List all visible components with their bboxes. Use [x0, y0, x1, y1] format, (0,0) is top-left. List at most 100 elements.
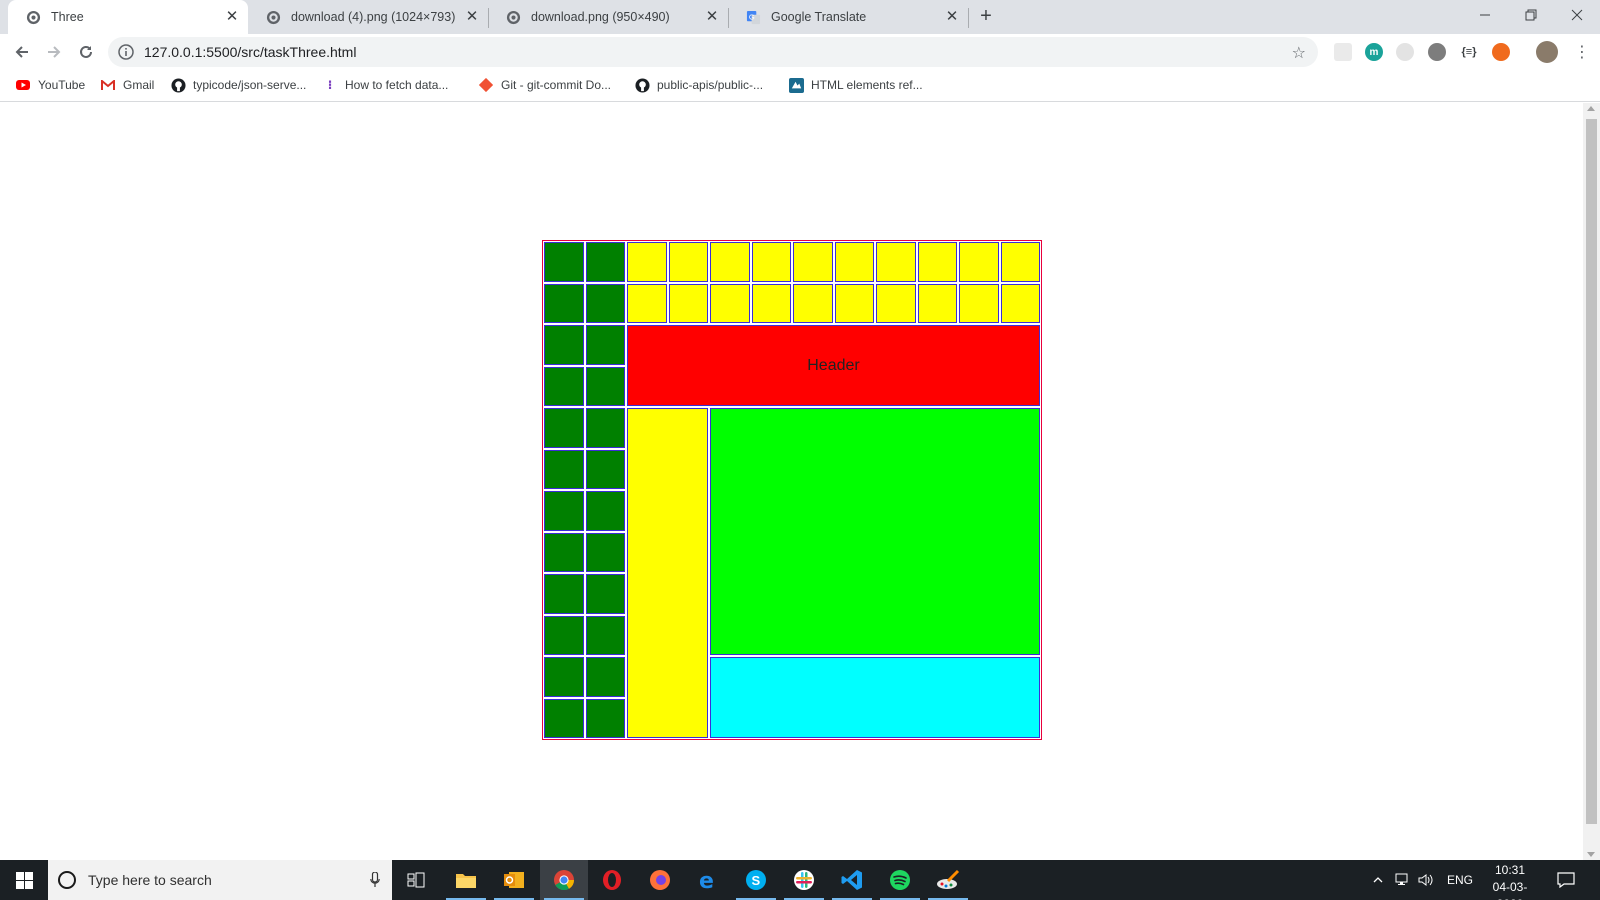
windows-logo-icon — [15, 871, 33, 889]
green-cell — [585, 532, 625, 572]
bookmark-gmail[interactable]: Gmail — [100, 77, 154, 93]
taskbar-vscode[interactable] — [828, 860, 876, 900]
tab-google-translate[interactable]: G Google Translate ✕ — [728, 0, 968, 34]
skype-icon: S — [746, 870, 766, 890]
volume-icon[interactable] — [1418, 860, 1434, 900]
extension-icon[interactable] — [1334, 43, 1352, 61]
green-cell — [544, 657, 584, 697]
bookmarks-bar: YouTube Gmail typicode/json-serve... ⁝ H… — [0, 70, 1600, 102]
new-tab-button[interactable]: + — [976, 6, 996, 27]
green-cell — [585, 657, 625, 697]
bookmark-label: Gmail — [123, 78, 155, 92]
clock[interactable]: 10:31 04-03-2020 — [1480, 862, 1540, 900]
json-viewer-icon[interactable]: {≡} — [1460, 43, 1478, 61]
yellow-cell — [917, 283, 957, 323]
minimize-button[interactable] — [1462, 0, 1508, 30]
info-icon[interactable] — [118, 44, 134, 60]
green-cell — [544, 615, 584, 655]
taskbar-file-explorer[interactable] — [442, 860, 490, 900]
yellow-cell — [710, 242, 750, 282]
yellow-cell — [627, 242, 667, 282]
clock-time: 10:31 — [1494, 863, 1526, 877]
green-cell — [544, 491, 584, 531]
task-view-button[interactable] — [392, 860, 440, 900]
yellow-cell — [668, 242, 708, 282]
yellow-cell — [751, 283, 791, 323]
scroll-up-arrow-icon[interactable] — [1587, 106, 1595, 111]
forward-button[interactable] — [40, 38, 68, 66]
address-bar[interactable]: 127.0.0.1:5500/src/taskThree.html ☆ — [108, 37, 1318, 67]
yellow-cell — [876, 242, 916, 282]
yellow-cell — [793, 283, 833, 323]
tab-three[interactable]: Three ✕ — [8, 0, 248, 34]
start-button[interactable] — [0, 860, 48, 900]
bookmark-fetch-data[interactable]: ⁝ How to fetch data... — [322, 77, 449, 93]
close-tab-icon[interactable]: ✕ — [464, 9, 480, 25]
yellow-cell — [834, 242, 874, 282]
tab-title: Three — [51, 10, 84, 24]
bookmark-html-elements[interactable]: HTML elements ref... — [788, 77, 923, 93]
bookmark-youtube[interactable]: YouTube — [15, 77, 85, 93]
yellow-cell — [751, 242, 791, 282]
back-button[interactable] — [8, 38, 36, 66]
extension-icon[interactable] — [1428, 43, 1446, 61]
scroll-down-arrow-icon[interactable] — [1587, 852, 1595, 857]
close-tab-icon[interactable]: ✕ — [944, 9, 960, 25]
taskbar-chrome[interactable] — [540, 860, 588, 900]
taskbar-firefox[interactable] — [636, 860, 684, 900]
green-cell — [585, 366, 625, 406]
tab-title: Google Translate — [771, 10, 867, 24]
green-cell — [544, 283, 584, 323]
taskbar-paint[interactable] — [924, 860, 972, 900]
grid-container: Header — [542, 240, 1042, 740]
tab-download[interactable]: download.png (950×490) ✕ — [488, 0, 728, 34]
bookmark-star-icon[interactable]: ☆ — [1292, 43, 1306, 63]
taskbar-outlook[interactable] — [490, 860, 538, 900]
close-tab-icon[interactable]: ✕ — [224, 9, 240, 25]
network-icon[interactable] — [1395, 860, 1411, 900]
extension-icon[interactable] — [1492, 43, 1510, 61]
edge-icon: e — [699, 869, 714, 891]
language-label: ENG — [1447, 873, 1474, 887]
taskbar-opera[interactable] — [588, 860, 636, 900]
green-cell — [544, 325, 584, 365]
avatar[interactable] — [1536, 41, 1558, 63]
green-cell — [585, 242, 625, 282]
bookmark-public-apis[interactable]: public-apis/public-... — [634, 77, 763, 93]
bookmark-dots-icon: ⁝ — [327, 78, 333, 92]
extension-m-icon[interactable]: m — [1365, 43, 1383, 61]
taskbar-search[interactable]: Type here to search — [48, 860, 392, 900]
close-window-button[interactable] — [1554, 0, 1600, 30]
tab-download-4[interactable]: download (4).png (1024×793) ✕ — [248, 0, 488, 34]
action-center-button[interactable] — [1557, 860, 1575, 900]
green-cell — [585, 408, 625, 448]
vertical-scrollbar[interactable] — [1583, 103, 1600, 860]
bookmark-label: How to fetch data... — [345, 78, 449, 92]
slack-icon — [794, 870, 814, 890]
green-cell — [585, 325, 625, 365]
scrollbar-thumb[interactable] — [1586, 119, 1597, 824]
green-cell — [544, 408, 584, 448]
search-placeholder: Type here to search — [88, 872, 212, 888]
bookmark-git-commit[interactable]: Git - git-commit Do... — [478, 77, 611, 93]
bookmark-label: public-apis/public-... — [657, 78, 764, 92]
restore-button[interactable] — [1508, 0, 1554, 30]
yellow-cell — [834, 283, 874, 323]
reload-button[interactable] — [72, 38, 100, 66]
close-tab-icon[interactable]: ✕ — [704, 9, 720, 25]
bookmark-json-server[interactable]: typicode/json-serve... — [170, 77, 306, 93]
layout-grid: Header — [544, 242, 1040, 738]
green-cell — [585, 698, 625, 738]
taskbar-skype[interactable]: S — [732, 860, 780, 900]
show-hidden-icons-button[interactable] — [1372, 860, 1384, 900]
close-icon — [1571, 9, 1583, 21]
taskbar-spotify[interactable] — [876, 860, 924, 900]
taskbar-slack[interactable] — [780, 860, 828, 900]
url-text[interactable]: 127.0.0.1:5500/src/taskThree.html — [144, 44, 356, 60]
bookmark-label: Git - git-commit Do... — [501, 78, 612, 92]
yellow-cell — [793, 242, 833, 282]
language-indicator[interactable]: ENG — [1447, 860, 1473, 900]
taskbar-edge[interactable]: e — [684, 860, 732, 900]
menu-dots-icon[interactable]: ⋮ — [1568, 38, 1596, 66]
extension-icon[interactable] — [1396, 43, 1414, 61]
